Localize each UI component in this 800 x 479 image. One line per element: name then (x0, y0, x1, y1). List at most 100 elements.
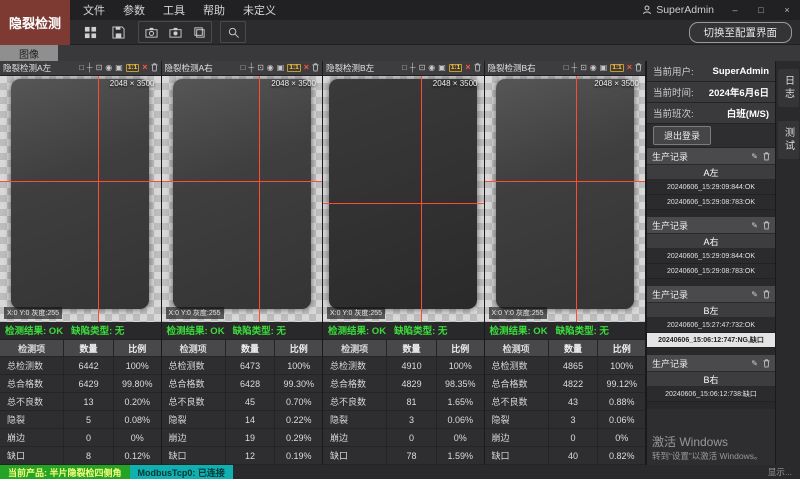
logout-button[interactable]: 退出登录 (653, 126, 711, 145)
menu-item-params[interactable]: 参数 (114, 2, 154, 18)
sidebar: 当前用户: SuperAdmin 当前时间: 2024年6月6日 当前班次: 白… (646, 61, 775, 465)
fit-view-icon[interactable]: ⊡ (580, 64, 587, 72)
minimize-icon[interactable]: – (722, 0, 748, 20)
edit-icon[interactable]: ✎ (751, 359, 758, 368)
record-sections: 生产记录 ✎ A左 20240606_15:29:09:844:OK202406… (647, 148, 775, 409)
table-cell: 19 (226, 429, 276, 446)
clear-icon[interactable]: × (627, 63, 632, 72)
fit-view-icon[interactable]: ⊡ (96, 64, 103, 72)
result-bar: 检测结果: OK 缺陷类型: 无 (162, 322, 323, 340)
snapshot-icon[interactable]: ▣ (115, 64, 123, 72)
snapshot-icon[interactable]: ▣ (277, 64, 285, 72)
delete-icon[interactable] (474, 63, 481, 72)
eye-icon[interactable]: ◉ (590, 64, 597, 72)
side-tab-log[interactable]: 日志 (778, 69, 799, 107)
table-cell: 14 (226, 411, 276, 428)
menu-item-help[interactable]: 帮助 (194, 2, 234, 18)
layers-icon[interactable] (187, 22, 211, 42)
delete-icon[interactable] (763, 152, 770, 161)
defect-type-label: 缺陷类型: 无 (556, 323, 609, 337)
crosshair-icon[interactable]: ┼ (410, 64, 416, 72)
table-row: 总合格数482998.35% (323, 375, 484, 393)
tab-image[interactable]: 图像 (0, 45, 58, 61)
record-entry[interactable]: 20240606_15:06:12:747:NG,缺口 (647, 333, 775, 348)
table-cell: 0.08% (114, 411, 161, 428)
roi-icon[interactable]: □ (564, 64, 569, 72)
table-row: 隐裂140.22% (162, 411, 323, 429)
roi-icon[interactable]: □ (241, 64, 246, 72)
record-entry[interactable]: 20240606_15:29:09:844:OK (647, 180, 775, 195)
save-icon[interactable] (106, 22, 130, 42)
side-tab-test[interactable]: 测试 (778, 121, 799, 159)
edit-icon[interactable]: ✎ (751, 221, 758, 230)
delete-icon[interactable] (763, 290, 770, 299)
record-section: 生产记录 ✎ B左 20240606_15:27:47:732:OK202406… (647, 286, 775, 355)
record-entry[interactable]: 20240606_15:29:08:783:OK (647, 195, 775, 210)
table-cell: 隐裂 (162, 411, 226, 428)
record-section-header: 生产记录 ✎ (647, 148, 775, 164)
user-menu[interactable]: SuperAdmin (634, 4, 722, 16)
eye-icon[interactable]: ◉ (267, 64, 274, 72)
one-to-one-icon[interactable]: 1:1 (126, 64, 139, 73)
snapshot-icon[interactable]: ▣ (600, 64, 608, 72)
image-viewport[interactable]: 2048 × 3500 X:0 Y:0 灰度:255 (323, 76, 484, 322)
edit-icon[interactable]: ✎ (751, 152, 758, 161)
delete-icon[interactable] (635, 63, 642, 72)
snapshot-icon[interactable]: ▣ (438, 64, 446, 72)
info-row-user: 当前用户: SuperAdmin (647, 61, 775, 82)
crosshair-icon[interactable]: ┼ (248, 64, 254, 72)
panels: 隐裂检测A左 □ ┼ ⊡ ◉ ▣ 1:1 × 2048 × 3500 X:0 Y… (0, 61, 646, 465)
eye-icon[interactable]: ◉ (428, 64, 435, 72)
clear-icon[interactable]: × (304, 63, 309, 72)
table-cell: 总检测数 (323, 357, 387, 374)
status-connection: ModbusTcp0: 已连接 (130, 465, 233, 479)
eye-icon[interactable]: ◉ (105, 64, 112, 72)
table-cell: 0.19% (275, 447, 322, 464)
image-viewport[interactable]: 2048 × 3500 X:0 Y:0 灰度:255 (0, 76, 161, 322)
table-cell: 缺口 (485, 447, 549, 464)
info-value: 2024年6月6日 (709, 85, 769, 99)
menu-item-tools[interactable]: 工具 (154, 2, 194, 18)
fit-view-icon[interactable]: ⊡ (257, 64, 264, 72)
clear-icon[interactable]: × (465, 63, 470, 72)
col-header-count: 数量 (387, 340, 437, 356)
table-row: 崩边190.29% (162, 429, 323, 447)
roi-icon[interactable]: □ (79, 64, 84, 72)
capture-live-icon[interactable] (163, 22, 187, 42)
delete-icon[interactable] (763, 221, 770, 230)
crosshair-icon[interactable]: ┼ (571, 64, 577, 72)
record-entry[interactable]: 20240606_15:06:12:738:缺口 (647, 387, 775, 402)
crosshair-icon[interactable]: ┼ (87, 64, 93, 72)
delete-icon[interactable] (151, 63, 158, 72)
menu-item-undefined[interactable]: 未定义 (234, 2, 285, 18)
crosshair-horizontal-line (0, 181, 161, 182)
grid-view-icon[interactable] (78, 22, 102, 42)
table-cell: 0.22% (275, 411, 322, 428)
fit-view-icon[interactable]: ⊡ (419, 64, 426, 72)
record-entry[interactable]: 20240606_15:29:08:783:OK (647, 264, 775, 279)
capture-once-icon[interactable] (139, 22, 163, 42)
clear-icon[interactable]: × (142, 63, 147, 72)
close-icon[interactable]: × (774, 0, 800, 20)
image-viewport[interactable]: 2048 × 3500 X:0 Y:0 灰度:255 (485, 76, 646, 322)
delete-icon[interactable] (312, 63, 319, 72)
search-icon[interactable] (221, 22, 245, 42)
one-to-one-icon[interactable]: 1:1 (610, 64, 623, 73)
panel-title: 隐裂检测B右 (488, 62, 536, 74)
resolution-label: 2048 × 3500 (594, 79, 639, 88)
menu-item-file[interactable]: 文件 (74, 2, 114, 18)
one-to-one-icon[interactable]: 1:1 (287, 64, 300, 73)
maximize-icon[interactable]: □ (748, 0, 774, 20)
delete-icon[interactable] (763, 359, 770, 368)
roi-icon[interactable]: □ (402, 64, 407, 72)
table-cell: 崩边 (323, 429, 387, 446)
info-label: 当前用户: (653, 64, 694, 78)
edit-icon[interactable]: ✎ (751, 290, 758, 299)
stats-table: 检测项 数量 比例 总检测数4865100%总合格数482299.12%总不良数… (485, 340, 646, 465)
switch-to-config-button[interactable]: 切换至配置界面 (689, 22, 793, 43)
one-to-one-icon[interactable]: 1:1 (449, 64, 462, 73)
table-cell: 0.12% (114, 447, 161, 464)
image-viewport[interactable]: 2048 × 3500 X:0 Y:0 灰度:255 (162, 76, 323, 322)
record-entry[interactable]: 20240606_15:29:09:844:OK (647, 249, 775, 264)
record-entry[interactable]: 20240606_15:27:47:732:OK (647, 318, 775, 333)
